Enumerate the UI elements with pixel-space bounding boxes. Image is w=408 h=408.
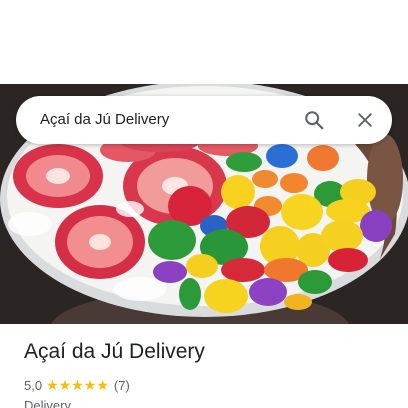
- star-icon: ★: [46, 377, 59, 393]
- search-icon: [305, 111, 324, 130]
- top-blank-area: [0, 0, 408, 84]
- star-icon: ★: [96, 377, 109, 393]
- star-icon: ★: [83, 377, 97, 393]
- rating-row[interactable]: 5,0 ★ ★ ★ ★ ★ (7): [24, 376, 130, 394]
- search-input[interactable]: Açaí da Jú Delivery: [40, 96, 169, 144]
- place-info-panel: Açaí da Jú Delivery 5,0 ★ ★ ★ ★ ★ (7) De…: [0, 324, 408, 408]
- close-icon: [358, 113, 372, 127]
- place-title: Açaí da Jú Delivery: [24, 340, 205, 363]
- star-icon: ★: [71, 377, 84, 393]
- search-bar[interactable]: Açaí da Jú Delivery: [16, 96, 392, 144]
- star-icon: ★: [58, 377, 72, 393]
- clear-button[interactable]: [349, 104, 381, 136]
- review-count[interactable]: (7): [114, 378, 130, 393]
- search-button[interactable]: [298, 104, 330, 136]
- star-rating: ★ ★ ★ ★ ★: [46, 378, 109, 392]
- place-category: Delivery: [24, 398, 71, 408]
- rating-value: 5,0: [24, 377, 43, 393]
